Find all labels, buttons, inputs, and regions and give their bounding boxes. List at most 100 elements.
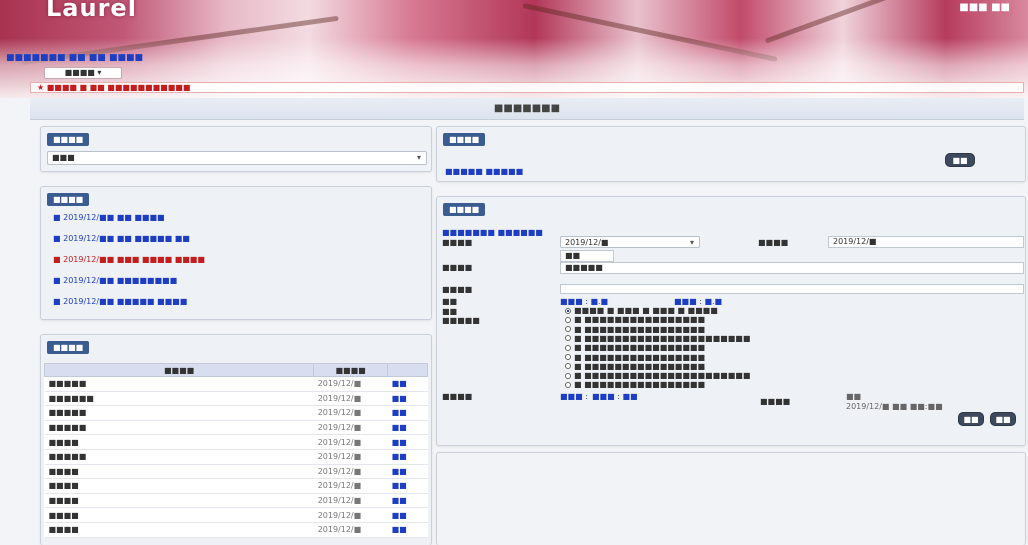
row-name-cell: ■■■■ bbox=[44, 507, 314, 523]
row-edit-link[interactable]: ■■ bbox=[387, 420, 428, 436]
title-field[interactable]: ■■■■■ bbox=[560, 262, 1024, 274]
table-row[interactable]: ■■■■ 2019/12/■ ■■ bbox=[44, 522, 428, 538]
page-title: ■■■■■■■ bbox=[30, 98, 1024, 120]
scoring-option-label: ■ ■■■■■■■■■■■■■■■■ bbox=[574, 361, 706, 371]
table-row[interactable]: ■■■■■ 2019/12/■ ■■ bbox=[44, 420, 428, 436]
scoring-option[interactable]: ■ ■■■■■■■■■■■■■■■■■■■■■■ bbox=[565, 371, 750, 380]
radio-icon[interactable] bbox=[565, 354, 571, 360]
recent-item[interactable]: ■ 2019/12/■■ ■■■ ■■■■ ■■■■ bbox=[53, 255, 205, 264]
scoring-option[interactable]: ■ ■■■■■■■■■■■■■■■■ bbox=[565, 315, 705, 324]
row-date-cell: 2019/12/■ bbox=[313, 420, 388, 436]
row-name-cell: ■■■■ bbox=[44, 478, 314, 494]
recent-item[interactable]: ■ 2019/12/■■ ■■■■■■■■ bbox=[53, 276, 177, 285]
search-link[interactable]: ■■■■■ ■■■■■ bbox=[445, 167, 523, 176]
table-row[interactable]: ■■■■ 2019/12/■ ■■ bbox=[44, 464, 428, 480]
recent-panel-header: ■■■■ bbox=[47, 193, 90, 206]
scoring-option-label: ■ ■■■■■■■■■■■■■■■■ bbox=[574, 343, 706, 353]
row-edit-link[interactable]: ■■ bbox=[387, 522, 428, 538]
scoring-option[interactable]: ■ ■■■■■■■■■■■■■■■■ bbox=[565, 353, 705, 362]
author-label: ■■■■ bbox=[760, 397, 791, 406]
table-row[interactable]: ■■■■ 2019/12/■ ■■ bbox=[44, 507, 428, 523]
category-select[interactable]: ■■■ ▾ bbox=[47, 151, 427, 165]
row-name-cell: ■■■■■ bbox=[44, 449, 314, 465]
category-panel-header: ■■■■ bbox=[47, 133, 90, 146]
scoring-option[interactable]: ■ ■■■■■■■■■■■■■■■■ bbox=[565, 380, 705, 389]
radio-icon[interactable] bbox=[565, 381, 571, 388]
radio-icon[interactable] bbox=[565, 307, 571, 314]
type-label: ■■■■ bbox=[442, 238, 473, 247]
column-header-action bbox=[387, 363, 428, 377]
scoring-option-label: ■ ■■■■■■■■■■■■■■■■■■■■■■ bbox=[574, 371, 751, 381]
recent-panel: ■■■■ ■ 2019/12/■■ ■■ ■■■■ ■ 2019/12/■■ ■… bbox=[40, 186, 432, 320]
chevron-down-icon: ▾ bbox=[689, 238, 694, 247]
row-edit-link[interactable]: ■■ bbox=[387, 449, 428, 465]
weight-label: ■■ bbox=[442, 297, 458, 306]
table-row[interactable]: ■■■■■ 2019/12/■ ■■ bbox=[44, 405, 428, 421]
type-select-value: 2019/12/■ bbox=[565, 238, 609, 247]
table-row[interactable]: ■■■■■ 2019/12/■ ■■ bbox=[44, 376, 428, 392]
row-edit-link[interactable]: ■■ bbox=[387, 434, 428, 450]
content-field[interactable] bbox=[560, 284, 1024, 294]
scoring-option-label: ■ ■■■■■■■■■■■■■■■■ bbox=[574, 324, 706, 334]
row-date-cell: 2019/12/■ bbox=[313, 493, 388, 509]
row-edit-link[interactable]: ■■ bbox=[387, 376, 428, 392]
date-label: ■■■■ bbox=[758, 238, 789, 247]
type-select[interactable]: 2019/12/■ ▾ bbox=[560, 236, 700, 248]
notice-bar: ★ ■■■■ ■ ■■ ■■■■■■■■■■■ bbox=[30, 82, 1024, 93]
radio-icon[interactable] bbox=[565, 363, 571, 370]
scoring-option[interactable]: ■■■■ ■ ■■■ ■ ■■■ ■ ■■■■ bbox=[565, 306, 718, 315]
row-name-cell: ■■■■ bbox=[44, 464, 314, 480]
table-row[interactable]: ■■■■■ 2019/12/■ ■■ bbox=[44, 449, 428, 465]
scoring-option[interactable]: ■ ■■■■■■■■■■■■■■■■■■■■■■ bbox=[565, 334, 750, 343]
row-date-cell: 2019/12/■ bbox=[313, 449, 388, 465]
title-label: ■■■■ bbox=[442, 263, 473, 272]
scoring-option[interactable]: ■ ■■■■■■■■■■■■■■■■ bbox=[565, 343, 705, 352]
table-row[interactable]: ■■■■ 2019/12/■ ■■ bbox=[44, 478, 428, 494]
column-header-date[interactable]: ■■■■ bbox=[313, 363, 389, 377]
radio-icon[interactable] bbox=[565, 372, 571, 379]
scoring-option[interactable]: ■ ■■■■■■■■■■■■■■■■ bbox=[565, 362, 705, 371]
row-edit-link[interactable]: ■■ bbox=[387, 493, 428, 509]
table-row[interactable]: ■■■■■■ 2019/12/■ ■■ bbox=[44, 391, 428, 407]
row-edit-link[interactable]: ■■ bbox=[387, 507, 428, 523]
breadcrumb[interactable]: ■■■■■■■ ■■ ■■ ■■■■ bbox=[6, 53, 143, 63]
row-date-cell: 2019/12/■ bbox=[313, 405, 388, 421]
column-header-name[interactable]: ■■■■ bbox=[43, 363, 315, 377]
remark-value: ■■■ : bbox=[560, 392, 588, 401]
recent-item[interactable]: ■ 2019/12/■■ ■■■■■ ■■■■ bbox=[53, 297, 187, 306]
recent-item[interactable]: ■ 2019/12/■■ ■■ ■■■■ bbox=[53, 213, 165, 222]
row-edit-link[interactable]: ■■ bbox=[387, 478, 428, 494]
author-value: ■■ bbox=[846, 392, 862, 401]
code-field[interactable]: ■■ bbox=[560, 250, 614, 262]
category-panel: ■■■■ ■■■ ▾ bbox=[40, 126, 432, 172]
chevron-down-icon: ▾ bbox=[416, 153, 421, 162]
weight-value-2: ■■■ : ■.■ bbox=[674, 297, 723, 306]
records-table: ■■■■ ■■■■ ■■■■■ 2019/12/■ ■■ ■■■■■■ 2019/12/… bbox=[43, 363, 428, 538]
scoring-option-label: ■ ■■■■■■■■■■■■■■■■ bbox=[574, 315, 706, 325]
table-row[interactable]: ■■■■ 2019/12/■ ■■ bbox=[44, 493, 428, 509]
row-edit-link[interactable]: ■■ bbox=[387, 464, 428, 480]
radio-icon[interactable] bbox=[565, 326, 571, 333]
timestamp: 2019/12/■ ■■ ■■:■■ bbox=[846, 402, 943, 411]
user-info[interactable]: ■■■ ■■ bbox=[959, 2, 1010, 13]
save-button[interactable]: ■■ bbox=[958, 412, 984, 426]
date-field[interactable]: 2019/12/■ bbox=[828, 236, 1024, 248]
row-edit-link[interactable]: ■■ bbox=[387, 391, 428, 407]
row-name-cell: ■■■■■ bbox=[44, 376, 314, 392]
radio-icon[interactable] bbox=[565, 335, 571, 342]
row-name-cell: ■■■■ bbox=[44, 522, 314, 538]
system-menu-button[interactable]: ■■■■ ▾ bbox=[44, 67, 122, 79]
row-edit-link[interactable]: ■■ bbox=[387, 405, 428, 421]
site-logo[interactable]: Laurel bbox=[46, 0, 137, 22]
cancel-button[interactable]: ■■ bbox=[990, 412, 1016, 426]
table-row[interactable]: ■■■■ 2019/12/■ ■■ bbox=[44, 434, 428, 450]
detail-top-links[interactable]: ■■■■■■■ ■■■■■■ bbox=[442, 228, 543, 237]
row-date-cell: 2019/12/■ bbox=[313, 391, 388, 407]
recent-item[interactable]: ■ 2019/12/■■ ■■ ■■■■■ ■■ bbox=[53, 234, 190, 243]
row-name-cell: ■■■■■■ bbox=[44, 391, 314, 407]
scoring-option-label: ■ ■■■■■■■■■■■■■■■■ bbox=[574, 352, 706, 362]
search-button[interactable]: ■■ bbox=[945, 153, 975, 167]
radio-icon[interactable] bbox=[565, 344, 571, 351]
scoring-option[interactable]: ■ ■■■■■■■■■■■■■■■■ bbox=[565, 325, 705, 334]
radio-icon[interactable] bbox=[565, 316, 571, 323]
